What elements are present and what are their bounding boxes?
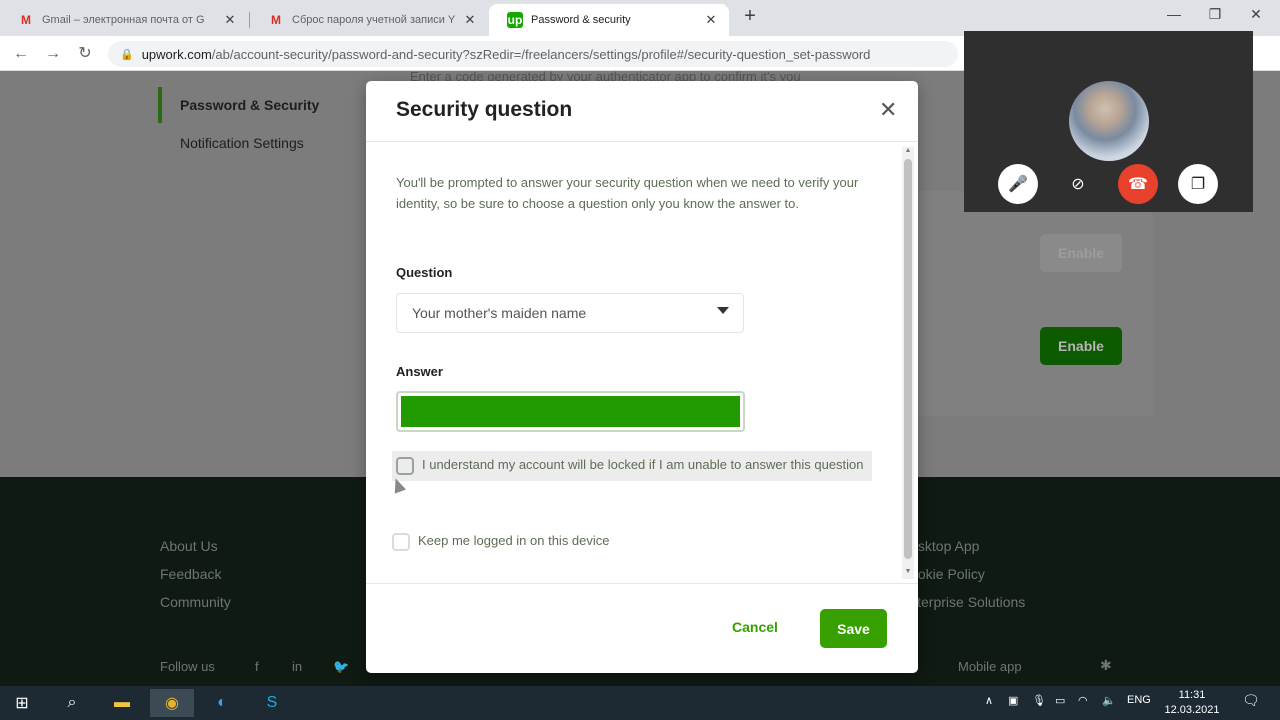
keep-logged-in-label: Keep me logged in on this device [418,533,610,548]
scroll-down-icon[interactable]: ▼ [904,568,912,575]
footer-link-about[interactable]: About Us [160,538,218,554]
avatar [1069,81,1149,161]
keep-logged-in-checkbox[interactable] [392,533,410,551]
answer-input[interactable] [396,391,745,432]
network-icon[interactable]: ◠ [1078,694,1088,707]
modal-footer-divider [366,583,918,584]
close-tab-icon[interactable]: ✕ [462,12,478,28]
edge-icon[interactable]: ◐ [200,689,244,717]
reload-icon[interactable]: ↻ [74,43,96,65]
security-options-card [918,191,1153,416]
save-button[interactable]: Save [820,609,887,648]
file-explorer-icon[interactable]: ▬ [100,689,144,717]
skype-icon[interactable]: S [250,689,294,717]
video-call-window: 🎤 ⊘ ☎ ❐ [964,31,1253,212]
enable-button-disabled[interactable]: Enable [1040,234,1122,272]
lock-icon: 🔒 [120,48,134,61]
sidebar-active-indicator [158,87,162,123]
tab-title: Gmail – электронная почта от G [42,14,205,26]
keep-logged-in-checkbox-row[interactable]: Keep me logged in on this device [392,533,872,551]
locked-account-checkbox-row[interactable]: I understand my account will be locked i… [392,451,872,481]
url-path: /ab/account-security/password-and-securi… [211,46,871,62]
close-tab-icon[interactable]: ✕ [222,12,238,28]
close-window-icon[interactable]: ✕ [1246,6,1266,26]
linkedin-icon[interactable]: in [292,659,302,674]
close-icon[interactable]: ✕ [879,97,897,123]
close-tab-icon[interactable]: ✕ [703,12,719,28]
windows-taskbar: ⊞ ⌕ ▬ ◉ ◐ S ∧ ▣ 🎙 ▭ ◠ 🔈 ENG 11:31 12.03.… [0,686,1280,720]
facebook-icon[interactable]: f [255,659,259,674]
language-indicator[interactable]: ENG [1127,694,1151,706]
question-select-value: Your mother's maiden name [412,305,587,321]
security-question-modal: Security question ✕ You'll be prompted t… [366,81,918,673]
url-field[interactable]: 🔒 upwork.com /ab/account-security/passwo… [108,41,958,67]
hang-up-icon[interactable]: ☎ [1118,164,1158,204]
question-label: Question [396,265,453,280]
camera-off-icon[interactable]: ⊘ [1058,164,1098,204]
answer-input-masked-value [401,396,740,427]
footer-link-enterprise[interactable]: Enterprise Solutions [900,594,1025,610]
back-arrow-icon[interactable]: ← [10,43,32,65]
tab-title: Password & security [531,14,631,26]
mobile-app-label: Mobile app [958,659,1022,674]
restore-icon[interactable]: ❐ [1205,6,1225,26]
gmail-icon: M [21,13,31,27]
new-tab-button[interactable]: + [740,6,760,26]
question-select[interactable]: Your mother's maiden name [396,293,744,333]
minimize-icon[interactable]: — [1164,6,1184,26]
sidebar-item-notification-settings[interactable]: Notification Settings [180,135,304,151]
windows-start-icon[interactable]: ⊞ [0,689,44,717]
chevron-up-icon[interactable]: ∧ [985,694,993,707]
pop-out-icon[interactable]: ❐ [1178,164,1218,204]
browser-tab-gmail[interactable]: M Gmail – электронная почта от G ✕ [0,4,248,36]
sidebar-item-password-security[interactable]: Password & Security [180,97,319,113]
twitter-icon[interactable]: 🐦 [333,659,349,675]
notifications-icon[interactable]: 🗨 [1242,692,1260,709]
search-icon[interactable]: ⌕ [50,689,94,717]
gmail-icon: M [271,13,281,27]
microphone-icon[interactable]: 🎤 [998,164,1038,204]
modal-description: You'll be prompted to answer your securi… [396,175,859,211]
tab-title: Сброс пароля учетной записи Y [292,14,456,26]
chrome-icon[interactable]: ◉ [150,689,194,717]
locked-account-checkbox-label: I understand my account will be locked i… [422,457,864,472]
browser-tab-password-security[interactable]: up Password & security ✕ [489,4,729,36]
locked-account-checkbox[interactable] [396,457,414,475]
browser-tab-password-reset[interactable]: M Сброс пароля учетной записи Y ✕ [250,4,488,36]
forward-arrow-icon[interactable]: → [42,43,64,65]
chevron-down-icon [717,307,729,314]
modal-scrollbar-thumb[interactable] [904,159,912,559]
clock-date: 12.03.2021 [1164,704,1220,716]
url-host: upwork.com [141,46,212,62]
enable-button[interactable]: Enable [1040,327,1122,365]
microphone-tray-icon[interactable]: 🎙 [1032,694,1046,707]
modal-title: Security question [396,98,573,121]
cancel-button[interactable]: Cancel [732,619,778,635]
system-clock[interactable]: 11:31 12.03.2021 [1162,688,1222,718]
follow-us-label: Follow us [160,659,215,674]
answer-label: Answer [396,364,443,379]
upwork-icon: up [507,12,523,28]
footer-link-feedback[interactable]: Feedback [160,566,221,582]
clock-time: 11:31 [1178,689,1206,701]
scroll-up-icon[interactable]: ▲ [904,147,912,154]
volume-icon[interactable]: 🔈 [1102,694,1116,707]
meet-now-icon[interactable]: ▣ [1008,694,1018,707]
android-icon[interactable]: ✱ [1100,657,1112,674]
footer-link-community[interactable]: Community [160,594,231,610]
battery-icon[interactable]: ▭ [1055,694,1065,707]
modal-body: You'll be prompted to answer your securi… [366,142,918,582]
